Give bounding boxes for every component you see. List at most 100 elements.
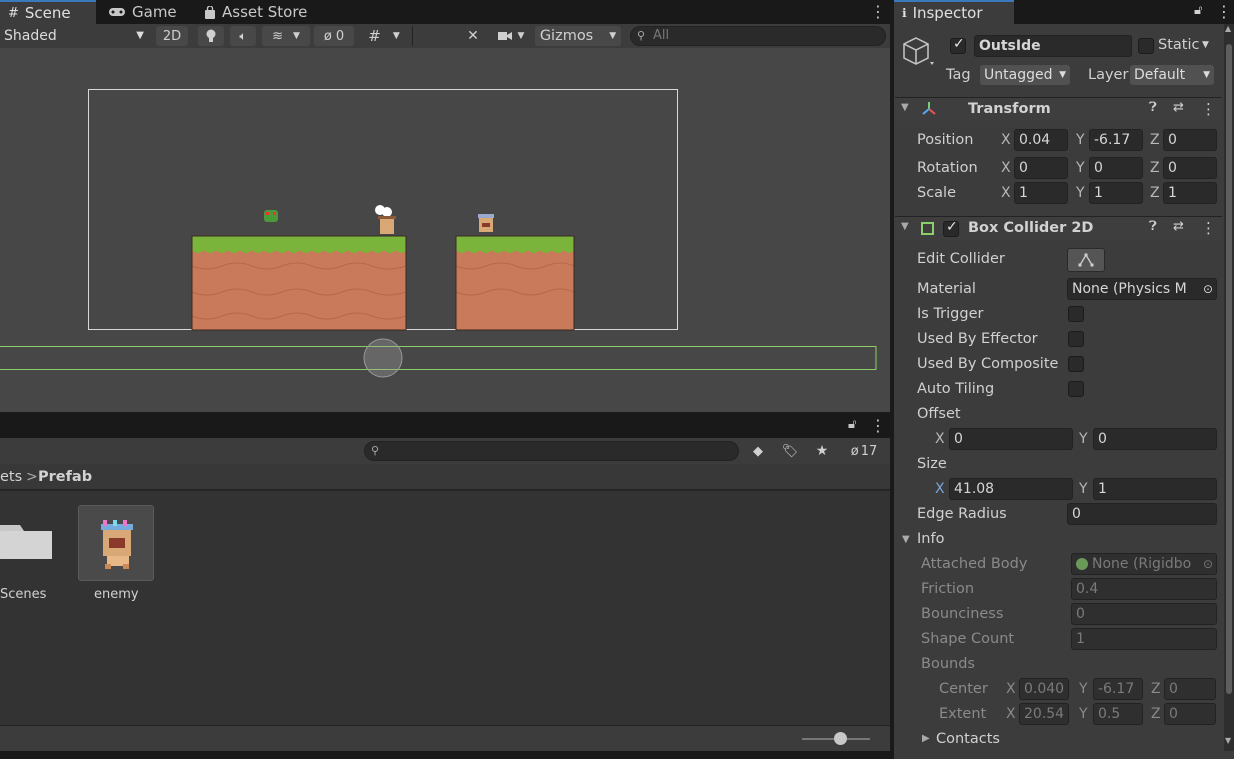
active-checkbox[interactable] (950, 36, 966, 54)
scene-viewport[interactable] (0, 48, 890, 412)
foldout-arrow-icon[interactable]: ▼ (901, 102, 909, 113)
used-by-effector-checkbox[interactable] (1068, 331, 1084, 347)
scene-visibility-button[interactable]: ø 0 (314, 26, 354, 46)
rotation-y-field[interactable]: 0 (1089, 157, 1143, 179)
box-collider-header[interactable]: ▼ Box Collider 2D ❓︎ ⇄ ⋮ (895, 216, 1222, 240)
foldout-arrow-icon[interactable]: ▶ (922, 733, 930, 744)
rigidbody-icon (1076, 558, 1088, 570)
chevron-down-icon[interactable]: ▼ (1202, 40, 1209, 50)
box-collider-title: Box Collider 2D (968, 220, 1094, 236)
component-menu-icon[interactable]: ⋮ (1201, 219, 1216, 237)
asset-label: enemy (94, 587, 139, 602)
scale-y-field[interactable]: 1 (1089, 182, 1143, 204)
grid-snap-button[interactable]: # ▼ (360, 26, 408, 46)
component-menu-icon[interactable]: ⋮ (1201, 100, 1216, 118)
inspector-menu-icon[interactable]: ⋮ (1216, 2, 1232, 21)
tab-inspector[interactable]: ℹ︎ Inspector (894, 0, 1014, 24)
foldout-arrow-icon[interactable]: ▼ (901, 221, 909, 232)
material-field[interactable]: None (Physics M ⊙ (1067, 278, 1217, 300)
is-trigger-checkbox[interactable] (1068, 306, 1084, 322)
project-menu-icon[interactable]: ⋮ (870, 416, 886, 435)
shading-mode-dropdown[interactable]: Shaded ▼ (0, 26, 150, 46)
axis-z-label: Z (1150, 160, 1160, 176)
rotation-z-field[interactable]: 0 (1163, 157, 1217, 179)
breadcrumb-current[interactable]: Prefab (38, 469, 92, 485)
object-name-input[interactable]: OutsIde (974, 35, 1132, 57)
filter-by-type-button[interactable]: ◆ (745, 441, 771, 461)
asset-item-enemy[interactable]: enemy (78, 505, 156, 605)
audio-toggle-button[interactable]: 🔈︎ (230, 26, 256, 46)
tag-icon: 🏷︎ (781, 443, 799, 459)
box-collider-outline (0, 346, 877, 370)
icon-size-slider-thumb[interactable] (834, 732, 847, 745)
scene-menu-icon[interactable]: ⋮ (870, 2, 886, 21)
used-by-composite-label: Used By Composite (917, 356, 1059, 372)
scroll-up-icon[interactable]: ▲ (1225, 24, 1231, 33)
auto-tiling-checkbox[interactable] (1068, 381, 1084, 397)
size-label: Size (917, 456, 947, 472)
scale-z-field[interactable]: 1 (1163, 182, 1217, 204)
tag-dropdown[interactable]: Untagged ▼ (980, 65, 1070, 85)
scene-search-input[interactable]: ⚲ All (630, 26, 886, 46)
project-search-input[interactable]: ⚲ (364, 441, 739, 461)
layer-label: Layer (1088, 67, 1129, 83)
info-label[interactable]: Info (917, 531, 944, 547)
rotation-label: Rotation (917, 160, 978, 176)
lock-icon[interactable]: 🔓︎ (1194, 3, 1202, 18)
rotation-x-field[interactable]: 0 (1014, 157, 1068, 179)
presets-icon[interactable]: ⇄ (1173, 219, 1184, 234)
axis-x-label: X (935, 481, 945, 497)
axis-z-label: Z (1151, 681, 1161, 697)
scroll-down-icon[interactable]: ▼ (1225, 736, 1231, 745)
lock-icon[interactable]: 🔓︎ (848, 417, 856, 432)
camera-dropdown-button[interactable]: ▼ (492, 26, 530, 46)
offset-x-field[interactable]: 0 (949, 428, 1073, 450)
hidden-packages-button[interactable]: ø 17 (841, 441, 887, 461)
edit-shape-icon (1078, 253, 1094, 267)
is-trigger-label: Is Trigger (917, 306, 984, 322)
edge-radius-label: Edge Radius (917, 506, 1007, 522)
axis-z-label: Z (1150, 132, 1160, 148)
edge-radius-field[interactable]: 0 (1067, 503, 1217, 525)
position-x-field[interactable]: 0.04 (1014, 129, 1068, 151)
extent-y-field: 0.5 (1093, 703, 1143, 725)
layer-dropdown[interactable]: Default ▼ (1130, 65, 1214, 85)
foldout-arrow-icon[interactable]: ▼ (902, 534, 910, 545)
friction-label: Friction (921, 581, 975, 597)
favorites-button[interactable]: ★ (809, 441, 835, 461)
help-icon[interactable]: ❓︎ (1149, 219, 1157, 234)
offset-y-field[interactable]: 0 (1093, 428, 1217, 450)
static-checkbox[interactable] (1138, 38, 1154, 54)
transform-header[interactable]: ▼ Transform ❓︎ ⇄ ⋮ (895, 97, 1222, 121)
2d-toggle-button[interactable]: 2D (156, 26, 188, 46)
presets-icon[interactable]: ⇄ (1173, 100, 1184, 115)
gizmos-dropdown-button[interactable]: Gizmos ▼ (535, 26, 621, 46)
tools-button[interactable]: ✕ (460, 26, 486, 46)
static-label: Static (1158, 37, 1200, 53)
size-x-field[interactable]: 41.08 (949, 478, 1073, 500)
tab-asset-store[interactable]: Asset Store (196, 0, 336, 24)
object-picker-icon[interactable]: ⊙ (1203, 279, 1213, 299)
position-y-field[interactable]: -6.17 (1089, 129, 1143, 151)
search-icon: ⚲ (637, 29, 646, 42)
eye-hidden-icon: ø (323, 28, 332, 44)
scrollbar-thumb[interactable] (1226, 44, 1232, 694)
lighting-toggle-button[interactable] (198, 26, 224, 46)
component-enabled-checkbox[interactable] (943, 219, 959, 237)
edit-collider-button[interactable] (1067, 248, 1105, 272)
size-y-field[interactable]: 1 (1093, 478, 1217, 500)
asset-item-scenes[interactable]: Scenes (0, 505, 60, 605)
breadcrumb-parent[interactable]: ets (0, 469, 22, 485)
contacts-label[interactable]: Contacts (936, 731, 1000, 747)
inspector-scrollbar[interactable]: ▲ ▼ (1224, 24, 1234, 751)
filter-by-label-button[interactable]: 🏷︎ (777, 441, 803, 461)
tab-game[interactable]: Game (100, 0, 192, 24)
tab-scene[interactable]: # Scene (0, 0, 96, 24)
effects-dropdown-button[interactable]: ≋ ▼ (262, 26, 310, 46)
scale-x-field[interactable]: 1 (1014, 182, 1068, 204)
used-by-composite-checkbox[interactable] (1068, 356, 1084, 372)
help-icon[interactable]: ❓︎ (1149, 100, 1157, 115)
center-z-field: 0 (1164, 678, 1216, 700)
transform-title: Transform (968, 101, 1051, 117)
position-z-field[interactable]: 0 (1163, 129, 1217, 151)
